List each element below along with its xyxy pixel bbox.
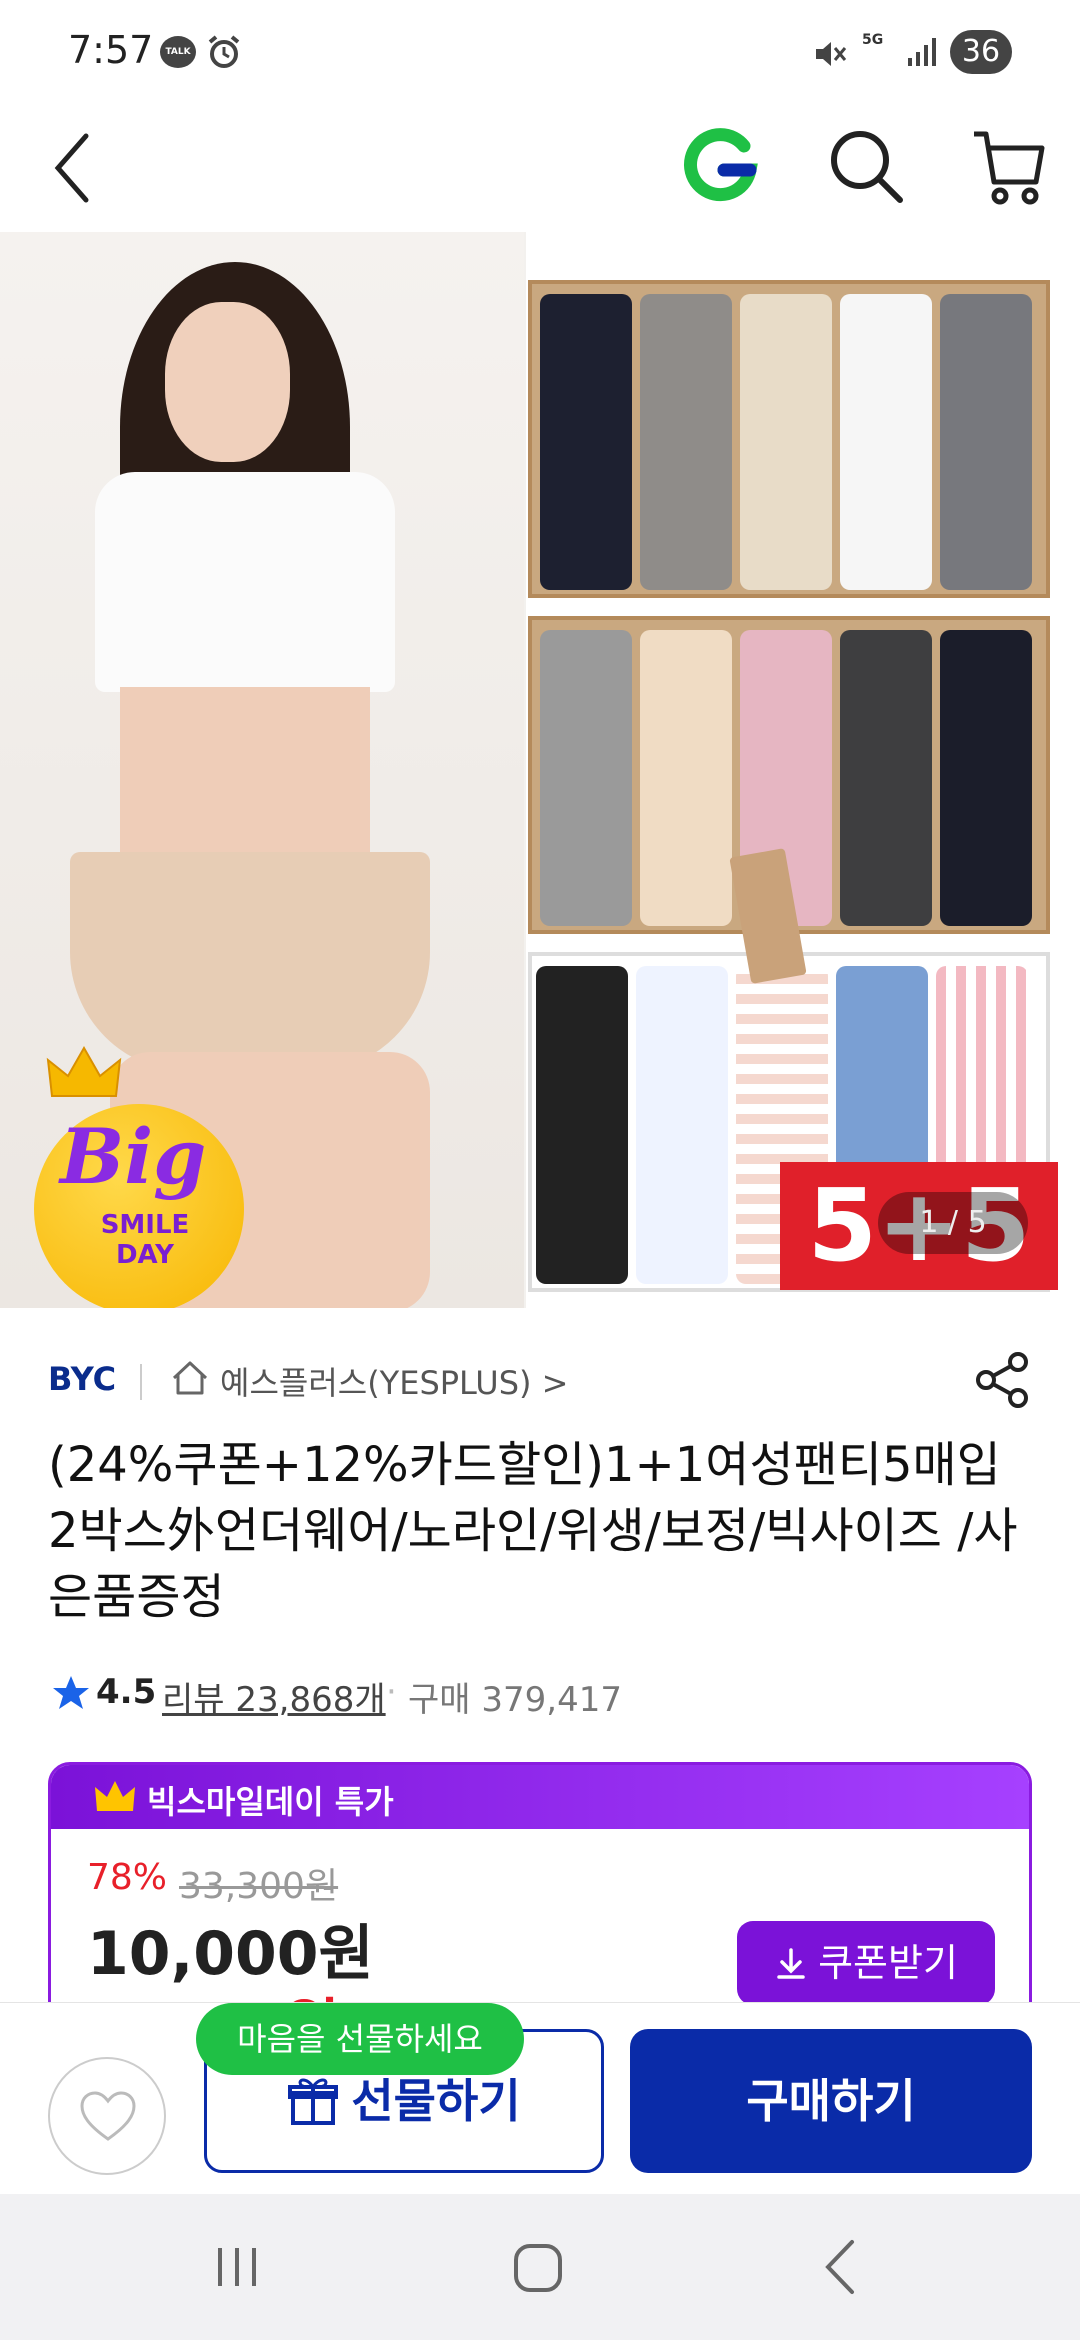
crown-icon	[95, 1781, 135, 1811]
recents-icon[interactable]	[212, 2242, 262, 2292]
discount-rate: 78%	[87, 1857, 168, 1898]
gift-icon	[288, 2078, 339, 2125]
store-link[interactable]: 예스플러스(YESPLUS) >	[220, 1358, 569, 1404]
coupon-button-label: 쿠폰받기	[818, 1941, 958, 1985]
app-header	[0, 110, 1080, 230]
signal-icon	[908, 38, 936, 66]
download-icon	[777, 1948, 805, 1979]
original-price: 33,300원	[179, 1866, 339, 1907]
gift-button-label: 선물하기	[351, 2074, 521, 2128]
rating-value: 4.5	[96, 1672, 157, 1712]
home-icon[interactable]	[512, 2242, 564, 2294]
wishlist-button[interactable]	[48, 2057, 166, 2175]
crown-icon	[46, 1045, 122, 1097]
star-icon	[53, 1676, 89, 1709]
alarm-icon	[208, 35, 240, 68]
share-icon[interactable]	[974, 1350, 1030, 1410]
product-title: (24%쿠폰+12%카드할인)1+1여성팬티5매입 2박스外언더웨어/노라인/위…	[48, 1437, 1018, 1625]
talk-icon: TALK	[160, 36, 196, 68]
status-time: 7:57	[68, 28, 154, 72]
rating-row: 4.5 리뷰 23,868개 · 구매 379,417	[52, 1668, 1052, 1721]
store-home-icon[interactable]	[170, 1358, 210, 1398]
network-5g-icon: 5G	[862, 32, 884, 48]
back-icon[interactable]	[822, 2238, 858, 2296]
bottom-action-bar: 선물하기 마음을 선물하세요 구매하기	[0, 2002, 1080, 2194]
status-bar: 7:57 TALK 5G 36	[0, 0, 1080, 110]
bigsmile-line1: SMILE	[100, 1210, 190, 1240]
bigsmile-big-text: Big	[60, 1112, 207, 1201]
coupon-download-button[interactable]: 쿠폰받기	[737, 1921, 995, 2005]
gmarket-logo-icon[interactable]	[680, 124, 760, 208]
battery-indicator: 36	[950, 30, 1012, 74]
gift-tooltip: 마음을 선물하세요	[196, 2003, 524, 2075]
bigsmile-day-text: SMILE DAY	[70, 1210, 220, 1270]
purchase-count: 구매 379,417	[408, 1680, 622, 1720]
underwear-box-1	[528, 280, 1050, 598]
deal-header: 빅스마일데이 특가	[51, 1765, 1029, 1829]
heart-icon	[80, 2091, 136, 2141]
cart-icon[interactable]	[970, 124, 1046, 208]
back-icon[interactable]	[48, 128, 96, 208]
buy-button[interactable]: 구매하기	[630, 2029, 1032, 2173]
image-counter: 1 / 5	[878, 1192, 1028, 1254]
separator-dot: ·	[386, 1672, 397, 1712]
product-box-photo	[526, 232, 1080, 1308]
search-icon[interactable]	[826, 126, 906, 206]
brand-link[interactable]: BYC	[48, 1360, 116, 1398]
mute-icon	[816, 42, 847, 66]
system-navigation-bar	[0, 2194, 1080, 2340]
divider	[140, 1364, 142, 1400]
brand-row: BYC 예스플러스(YESPLUS) >	[48, 1350, 1048, 1410]
bigsmile-line2: DAY	[115, 1240, 175, 1270]
review-count-link[interactable]: 리뷰 23,868개	[162, 1672, 386, 1721]
deal-title: 빅스마일데이 특가	[147, 1783, 394, 1821]
product-image-carousel[interactable]: Big SMILE DAY 5+5 1 / 5	[0, 232, 1080, 1308]
